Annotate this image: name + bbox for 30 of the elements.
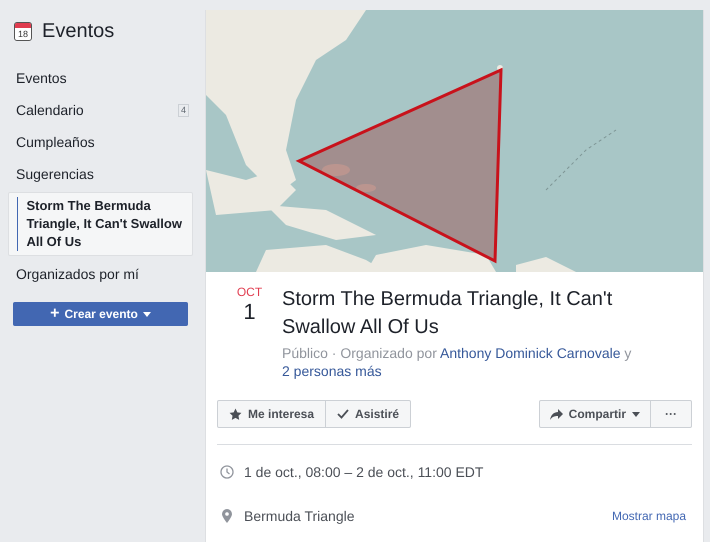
caret-icon [142, 312, 151, 316]
share-arrow-icon [550, 408, 563, 420]
location-pin-icon [222, 509, 232, 523]
sidebar-item[interactable]: Organizados por mí [8, 258, 193, 290]
event-time: 1 de oct., 08:00 – 2 de oct., 11:00 EDT [244, 462, 484, 482]
sidebar-item[interactable]: Eventos [8, 62, 193, 94]
event-month: OCT [236, 285, 262, 299]
event-title: Storm The Bermuda Triangle, It Can't Swallow All Of Us [282, 287, 614, 340]
organizer-link[interactable]: Anthony Dominick Carnovale [440, 345, 621, 361]
sidebar-item[interactable]: Sugerencias [8, 158, 193, 190]
caret-icon [632, 412, 640, 416]
going-button[interactable]: Asistiré [326, 400, 412, 428]
sidebar-item[interactable]: Storm The Bermuda Triangle, It Can't Swallow All Of Us [8, 192, 193, 256]
calendar-icon: 18 [14, 22, 32, 40]
count-badge: 4 [178, 104, 189, 116]
others-link[interactable]: 2 personas más [282, 363, 382, 379]
sidebar-item[interactable]: Calendario 4 [8, 94, 193, 126]
create-event-button[interactable]: + Crear evento [13, 302, 188, 326]
more-button[interactable]: ··· [651, 400, 692, 428]
page-title: Eventos [42, 19, 114, 44]
clock-icon [220, 465, 234, 479]
event-location: Bermuda Triangle [244, 506, 356, 526]
check-icon [337, 409, 350, 419]
show-map-link[interactable]: Mostrar mapa [612, 507, 686, 525]
share-button[interactable]: Compartir [538, 400, 651, 428]
sidebar-item[interactable]: Cumpleaños [8, 126, 193, 158]
event-day: 1 [243, 299, 256, 325]
interested-button[interactable]: Me interesa [217, 400, 326, 428]
event-meta: Público · Organizado por Anthony Dominick Carnovale y 2 personas más [282, 344, 632, 380]
star-icon [229, 408, 242, 420]
